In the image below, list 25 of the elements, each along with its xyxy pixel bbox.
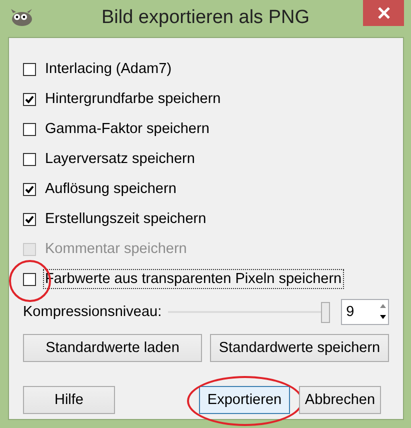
checkbox[interactable] — [23, 212, 36, 226]
dialog-button[interactable]: Exportieren — [199, 386, 290, 414]
close-icon — [378, 7, 390, 19]
checkbox-label[interactable]: Hintergrundfarbe speichern — [43, 89, 223, 109]
defaults-button[interactable]: Standardwerte laden — [23, 334, 202, 362]
checkbox-label[interactable]: Gamma-Faktor speichern — [43, 119, 212, 139]
checkbox-label[interactable]: Layerversatz speichern — [43, 149, 197, 169]
dialog-button[interactable]: Hilfe — [23, 386, 115, 414]
slider-thumb[interactable] — [321, 302, 330, 322]
checkbox-label[interactable]: Auflösung speichern — [43, 179, 178, 199]
dialog-button[interactable]: Abbrechen — [299, 386, 381, 414]
checkbox[interactable] — [23, 92, 36, 106]
checkbox[interactable] — [23, 272, 36, 286]
close-button[interactable] — [363, 0, 404, 26]
defaults-button[interactable]: Standardwerte speichern — [210, 334, 389, 362]
checkbox[interactable] — [23, 122, 36, 136]
compression-field[interactable]: 9 — [341, 299, 390, 325]
compression-label: Kompressionsniveau: — [23, 304, 163, 320]
window-title: Bild exportieren als PNG — [100, 7, 311, 29]
checkbox[interactable] — [23, 152, 36, 166]
checkbox-label[interactable]: Interlacing (Adam7) — [43, 59, 174, 79]
checkbox[interactable] — [23, 182, 36, 196]
checkbox[interactable] — [23, 62, 36, 76]
app-logo-icon — [10, 9, 34, 27]
checkbox-label[interactable]: Erstellungszeit speichern — [43, 209, 208, 229]
